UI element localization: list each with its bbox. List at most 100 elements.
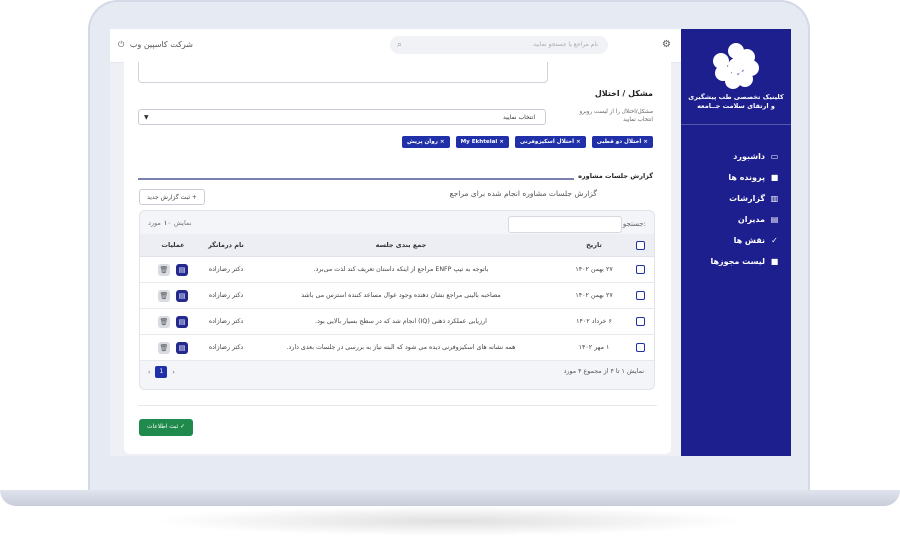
table-search-input[interactable] xyxy=(508,216,622,233)
search-icon: ⌕ xyxy=(397,40,403,50)
section-description: گزارش جلسات مشاوره انجام شده برای مراجع xyxy=(449,189,597,198)
table-row: ۱ مهر ۱۴۰۲ همه نشانه های اسکیزوفرنی دیده… xyxy=(140,335,654,361)
edit-icon[interactable]: ▤ xyxy=(176,341,188,354)
sidebar-item-managers[interactable]: ▤ مدیران xyxy=(681,209,791,230)
row-date: ۱ مهر ۱۴۰۲ xyxy=(578,344,610,351)
app-screen: کلینیک تخصصی طب پیشگیری و ارتقای سلامت ج… xyxy=(110,29,791,456)
sidebar-nav: ▭ داشبورد ■ پرونده ها ▥ گزارشات ▤ مدیران… xyxy=(681,146,791,272)
tag-chip[interactable]: × اختلال دو قطبی xyxy=(591,136,653,148)
user-check-icon: ✓ xyxy=(771,235,778,245)
laptop-base xyxy=(0,490,900,506)
row-actions: 🗑 ▤ xyxy=(148,257,198,282)
issue-select[interactable]: انتخاب نمایید ▼ xyxy=(138,109,546,125)
briefcase-icon: ■ xyxy=(770,172,779,182)
search-placeholder: نام مراجع یا جستجو نمایید xyxy=(533,41,598,48)
users-icon: ▤ xyxy=(770,214,779,224)
page-length-suffix: مورد xyxy=(148,219,161,227)
plus-icon: + xyxy=(191,194,197,201)
search-input[interactable]: نام مراجع یا جستجو نمایید ⌕ xyxy=(390,36,608,54)
brand: کلینیک تخصصی طب پیشگیری و ارتقای سلامت ج… xyxy=(681,43,791,111)
brand-line-2: و ارتقای سلامت جــامعه xyxy=(697,102,775,110)
monitor-icon: ▭ xyxy=(770,151,779,161)
header-date[interactable]: تاریخ xyxy=(564,234,624,256)
page-length[interactable]: نمایش۱۰مورد xyxy=(148,219,192,227)
notes-textarea[interactable] xyxy=(138,62,548,83)
company-menu[interactable]: شرکت کاسپین وب ⏻ xyxy=(118,40,193,50)
row-date: ۲۷ بهمن ۱۴۰۲ xyxy=(575,292,613,299)
section-divider xyxy=(138,178,574,180)
row-date: ۲۷ بهمن ۱۴۰۲ xyxy=(575,266,613,273)
chevron-down-icon: ▼ xyxy=(144,114,149,121)
sidebar-item-label: گزارشات xyxy=(729,194,765,203)
table-row: ۲۷ بهمن ۱۴۰۲ مصاحبه بالینی مراجع نشان ده… xyxy=(140,283,654,309)
row-checkbox[interactable] xyxy=(634,257,646,282)
sidebar-item-label: نقش ها xyxy=(733,236,765,245)
sidebar-item-reports[interactable]: ▥ گزارشات xyxy=(681,188,791,209)
gear-icon[interactable]: ⚙ xyxy=(662,39,671,50)
issue-select-value: انتخاب نمایید xyxy=(502,114,535,121)
delete-icon[interactable]: 🗑 xyxy=(158,263,170,276)
delete-icon[interactable]: 🗑 xyxy=(158,315,170,328)
sidebar-item-label: مدیران xyxy=(737,215,765,224)
chevron-right-icon[interactable]: › xyxy=(172,369,174,376)
row-date: ۶ خرداد ۱۴۰۲ xyxy=(576,318,612,325)
submit-label: ثبت اطلاعات xyxy=(147,424,179,430)
tag-chip[interactable]: × اختلال اسکیزوفرنی xyxy=(514,136,586,148)
chevron-left-icon[interactable]: ‹ xyxy=(148,369,150,376)
sidebar-item-dashboard[interactable]: ▭ داشبورد xyxy=(681,146,791,167)
table-search-label: جستجو: xyxy=(622,220,646,228)
new-report-button[interactable]: + ثبت گزارش جدید xyxy=(139,189,205,205)
top-bar: ⚙ نام مراجع یا جستجو نمایید ⌕ شرکت کاسپی… xyxy=(110,29,681,63)
row-summary: مصاحبه بالینی مراجع نشان دهنده وجود عوال… xyxy=(301,292,501,299)
row-actions: 🗑 ▤ xyxy=(148,283,198,308)
select-all-checkbox[interactable] xyxy=(634,234,646,256)
row-checkbox[interactable] xyxy=(634,335,646,360)
row-summary: ارزیابی عملکرد ذهنی (IQ) انجام شد که در … xyxy=(315,318,487,325)
tag-chip[interactable]: × My Ekhtelal xyxy=(455,136,509,148)
row-actions: 🗑 ▤ xyxy=(148,335,198,360)
header-ops: عملیات xyxy=(161,241,185,249)
header-doctor[interactable]: نام درمانگر xyxy=(196,234,256,256)
header-summary[interactable]: جمع بندی جلسه xyxy=(286,234,516,256)
issue-help-text: مشکل/اختلال را از لیست روبرو انتخاب نمای… xyxy=(579,109,653,123)
sidebar-item-label: پرونده ها xyxy=(728,173,765,182)
sidebar-item-files[interactable]: ■ پرونده ها xyxy=(681,167,791,188)
table-header: تاریخ جمع بندی جلسه نام درمانگر عملیات xyxy=(140,234,654,257)
sidebar-item-roles[interactable]: ✓ نقش ها xyxy=(681,230,791,251)
pagination: ‹ 1 › xyxy=(148,366,175,378)
power-icon[interactable]: ⏻ xyxy=(118,40,124,49)
chart-icon: ▥ xyxy=(770,193,779,203)
delete-icon[interactable]: 🗑 xyxy=(158,289,170,302)
check-icon: ✓ xyxy=(180,424,185,430)
laptop-shadow xyxy=(150,506,750,536)
row-doctor: دکتر رضازاده xyxy=(208,318,244,325)
row-actions: 🗑 ▤ xyxy=(148,309,198,334)
lock-icon: ■ xyxy=(770,256,779,266)
row-checkbox[interactable] xyxy=(634,283,646,308)
issue-title: مشکل / اختلال xyxy=(594,89,653,98)
section-title: گزارش جلسات مشاوره xyxy=(578,172,653,180)
sidebar-item-label: لیست مجوزها xyxy=(710,257,765,266)
submit-button[interactable]: ✓ ثبت اطلاعات xyxy=(139,419,193,436)
table-row: ۲۷ بهمن ۱۴۰۲ باتوجه به تیپ ENFP مراجع از… xyxy=(140,257,654,283)
brand-name: کلینیک تخصصی طب پیشگیری و ارتقای سلامت ج… xyxy=(681,93,791,111)
sidebar-item-permissions[interactable]: ■ لیست مجوزها xyxy=(681,251,791,272)
table-row: ۶ خرداد ۱۴۰۲ ارزیابی عملکرد ذهنی (IQ) ان… xyxy=(140,309,654,335)
edit-icon[interactable]: ▤ xyxy=(176,315,188,328)
row-checkbox[interactable] xyxy=(634,309,646,334)
tag-label: My Ekhtelal xyxy=(460,139,498,145)
edit-icon[interactable]: ▤ xyxy=(176,289,188,302)
table-info: نمایش ۱ تا ۴ از مجموع ۴ مورد xyxy=(563,368,644,375)
tag-chip[interactable]: × روان پریش xyxy=(401,136,450,148)
edit-icon[interactable]: ▤ xyxy=(176,263,188,276)
sidebar: کلینیک تخصصی طب پیشگیری و ارتقای سلامت ج… xyxy=(681,29,791,456)
tag-label: روان پریش xyxy=(406,139,438,145)
row-doctor: دکتر رضازاده xyxy=(208,266,244,273)
content-card: مشکل / اختلال مشکل/اختلال را از لیست روب… xyxy=(124,62,671,454)
page-button[interactable]: 1 xyxy=(155,366,168,378)
footer-divider xyxy=(138,405,657,406)
delete-icon[interactable]: 🗑 xyxy=(158,341,170,354)
row-summary: همه نشانه های اسکیزوفرنی دیده می شود که … xyxy=(286,344,516,351)
sidebar-divider xyxy=(681,124,791,125)
clinic-logo-icon xyxy=(713,43,759,89)
